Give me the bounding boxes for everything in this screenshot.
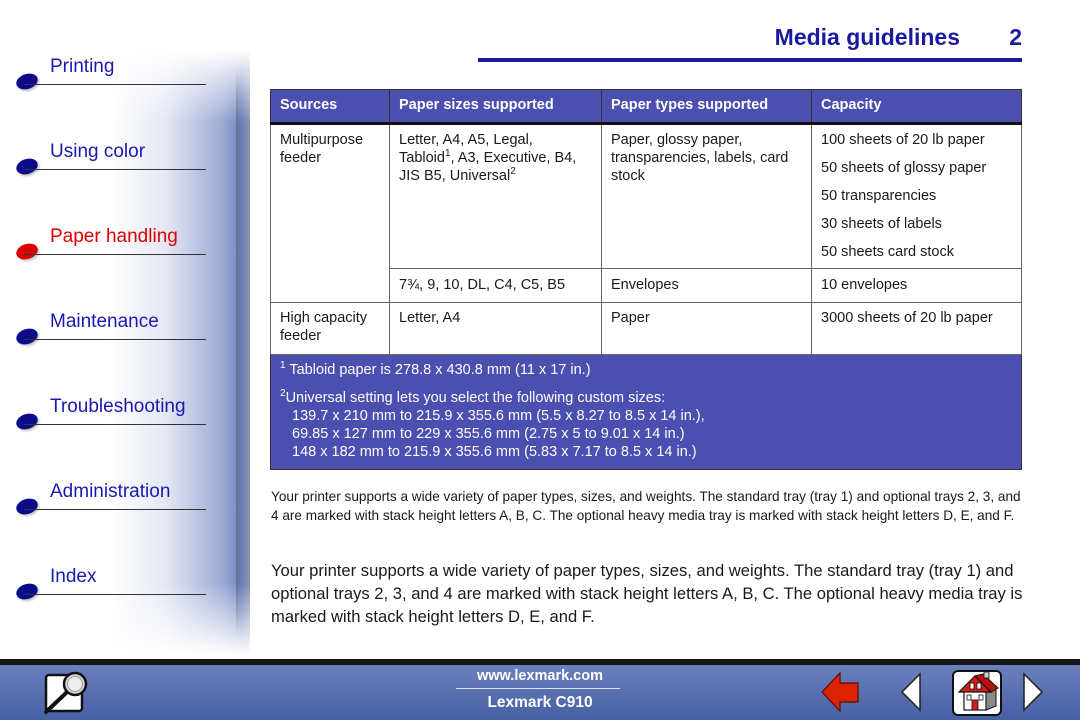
capacity-line: 50 sheets of glossy paper [821,160,987,176]
sidebar-item-label: Administration [50,481,171,502]
table-row: High capacity feeder Letter, A4 Paper 30… [270,302,1022,355]
sidebar-item-maintenance[interactable]: Maintenance [14,311,206,351]
footer-divider [456,688,620,689]
search-button[interactable] [42,669,94,715]
column-header: Paper types supported [601,89,812,125]
source-cell: High capacity feeder [270,302,390,355]
next-page-button[interactable] [1020,672,1046,712]
title-underline [478,58,1022,62]
sizes-cell: 7¾, 9, 10, DL, C4, C5, B5 [389,268,602,303]
sidebar-item-label: Index [50,566,97,587]
divider [24,84,206,85]
footnote-line: 148 x 182 mm to 215.9 x 355.6 mm (5.83 x… [292,444,697,460]
bullet-icon [14,580,40,603]
bullet-icon [14,70,40,93]
column-header: Capacity [811,89,1022,125]
table-header-row: Sources Paper sizes supported Paper type… [270,89,1022,125]
home-button[interactable] [950,668,1004,718]
next-page-icon [1023,672,1044,712]
sidebar-item-printing[interactable]: Printing [14,56,206,96]
page-title: Media guidelines [774,24,960,50]
column-header: Sources [270,89,390,125]
product-name: Lexmark C910 [487,694,593,711]
body-paragraph-small: Your printer supports a wide variety of … [271,489,1021,523]
footnote-line: 139.7 x 210 mm to 215.9 x 355.6 mm (5.5 … [292,408,705,424]
footnote-text: Tabloid paper is 278.8 x 430.8 mm (11 x … [289,362,591,378]
bullet-icon [14,240,40,263]
magnifier-icon [44,671,88,714]
divider [24,594,206,595]
types-cell: Paper, glossy paper, transparencies, lab… [601,123,812,269]
capacity-cell: 100 sheets of 20 lb paper 50 sheets of g… [811,123,1022,269]
capacity-cell: 10 envelopes [811,268,1022,303]
footnote-line: 69.85 x 127 mm to 229 x 355.6 mm (2.75 x… [292,426,685,442]
body-paragraph-large: Your printer supports a wide variety of … [271,561,1023,626]
footnote: 2Universal setting lets you select the f… [280,389,1012,461]
bullet-icon [14,410,40,433]
sidebar-shadow-edge [236,70,244,635]
divider [24,169,206,170]
capacity-line: 50 transparencies [821,188,937,204]
page-number: 2 [1009,24,1022,50]
table-row: Multipurpose feeder Letter, A4, A5, Lega… [270,123,1022,303]
back-arrow-icon [821,671,859,713]
divider [24,339,206,340]
divider [24,509,206,510]
capacity-line: 50 sheets card stock [821,244,954,260]
sidebar-item-index[interactable]: Index [14,566,206,606]
sidebar-item-troubleshooting[interactable]: Troubleshooting [14,396,206,436]
footnote-ref: 2 [510,166,516,177]
capacity-cell: 3000 sheets of 20 lb paper [811,302,1022,355]
bullet-icon [14,155,40,178]
home-icon [952,670,1002,716]
table-notes-row: 1 Tabloid paper is 278.8 x 430.8 mm (11 … [270,354,1022,470]
sidebar-item-paper-handling[interactable]: Paper handling [14,226,206,266]
sizes-cell: Letter, A4 [389,302,602,355]
sizes-cell: Letter, A4, A5, Legal, Tabloid1, A3, Exe… [389,123,602,269]
sidebar-item-label: Printing [50,56,115,77]
previous-page-icon [900,672,921,712]
footnote-marker: 1 [280,360,286,371]
back-button[interactable] [820,671,860,713]
types-cell: Paper [601,302,812,355]
sidebar-item-administration[interactable]: Administration [14,481,206,521]
divider [24,254,206,255]
divider [24,424,206,425]
bullet-icon [14,495,40,518]
sidebar-item-label: Paper handling [50,226,178,247]
types-cell: Envelopes [601,268,812,303]
capacity-line: 100 sheets of 20 lb paper [821,132,985,148]
source-cell: Multipurpose feeder [270,123,390,303]
capacity-line: 30 sheets of labels [821,216,942,232]
bullet-icon [14,325,40,348]
sidebar-item-using-color[interactable]: Using color [14,141,206,181]
column-header: Paper sizes supported [389,89,602,125]
lexmark-website-link[interactable]: www.lexmark.com [460,668,620,684]
previous-page-button[interactable] [898,672,924,712]
sidebar-item-label: Maintenance [50,311,159,332]
sidebar-item-label: Using color [50,141,146,162]
footnote-text: Universal setting lets you select the fo… [285,390,666,406]
table-footnotes: 1 Tabloid paper is 278.8 x 430.8 mm (11 … [270,354,1022,470]
sidebar-item-label: Troubleshooting [50,396,186,417]
footnote: 1 Tabloid paper is 278.8 x 430.8 mm (11 … [280,361,1012,379]
media-table: Sources Paper sizes supported Paper type… [270,89,1022,470]
